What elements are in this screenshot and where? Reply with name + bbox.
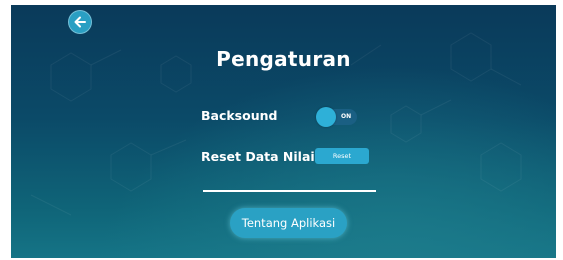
reset-data-label: Reset Data Nilai [201,149,315,164]
toggle-knob [316,107,336,127]
page-title: Pengaturan [216,47,351,71]
backsound-toggle[interactable]: ON [316,107,357,127]
settings-screen: Pengaturan Backsound ON Reset Data Nilai… [11,5,556,258]
backsound-label: Backsound [201,108,278,123]
back-button[interactable] [68,10,92,34]
about-app-button[interactable]: Tentang Aplikasi [230,208,347,238]
reset-button[interactable]: Reset [315,148,369,164]
divider [203,190,376,192]
arrow-left-icon [74,16,86,28]
toggle-state-text: ON [341,113,352,120]
